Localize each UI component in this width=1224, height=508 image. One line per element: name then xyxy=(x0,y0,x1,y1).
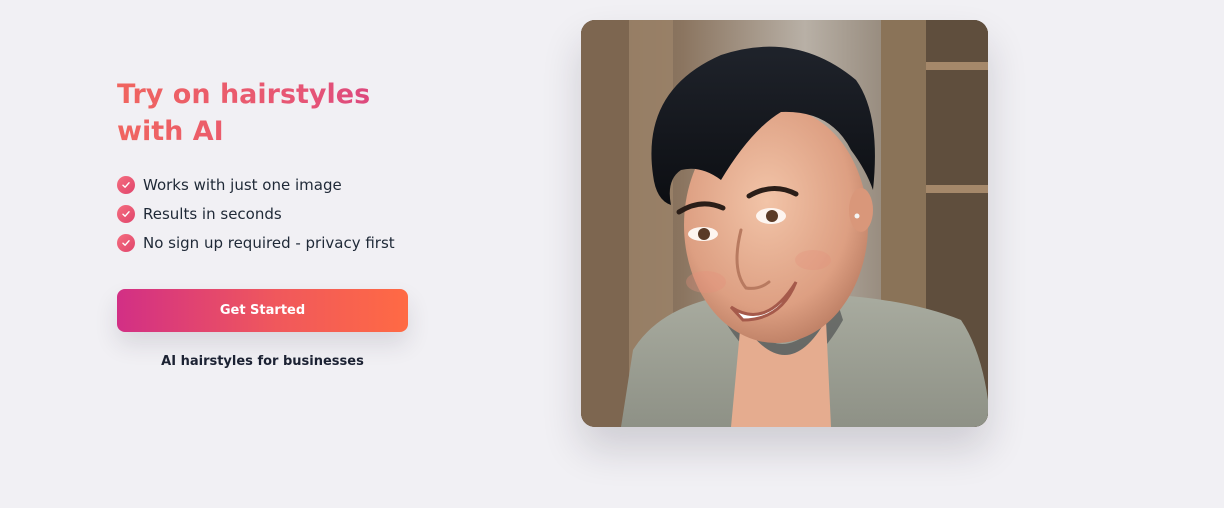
hero-section: Try on hairstyles with AI Works with jus… xyxy=(0,0,1224,508)
business-hairstyles-link[interactable]: AI hairstyles for businesses xyxy=(117,354,408,369)
feature-list: Works with just one image Results in sec… xyxy=(117,170,437,257)
hero-copy: Try on hairstyles with AI Works with jus… xyxy=(117,76,437,369)
feature-label: Results in seconds xyxy=(143,204,282,223)
check-icon xyxy=(117,204,135,223)
portrait-photo-icon xyxy=(581,20,988,427)
feature-item: No sign up required - privacy first xyxy=(117,228,437,257)
feature-item: Results in seconds xyxy=(117,199,437,228)
check-icon xyxy=(117,233,135,252)
feature-label: No sign up required - privacy first xyxy=(143,233,395,252)
feature-label: Works with just one image xyxy=(143,175,342,194)
get-started-button[interactable]: Get Started xyxy=(117,289,408,332)
feature-item: Works with just one image xyxy=(117,170,437,199)
hero-title: Try on hairstyles with AI xyxy=(117,76,437,150)
hero-portrait-image xyxy=(581,20,988,427)
check-icon xyxy=(117,175,135,194)
